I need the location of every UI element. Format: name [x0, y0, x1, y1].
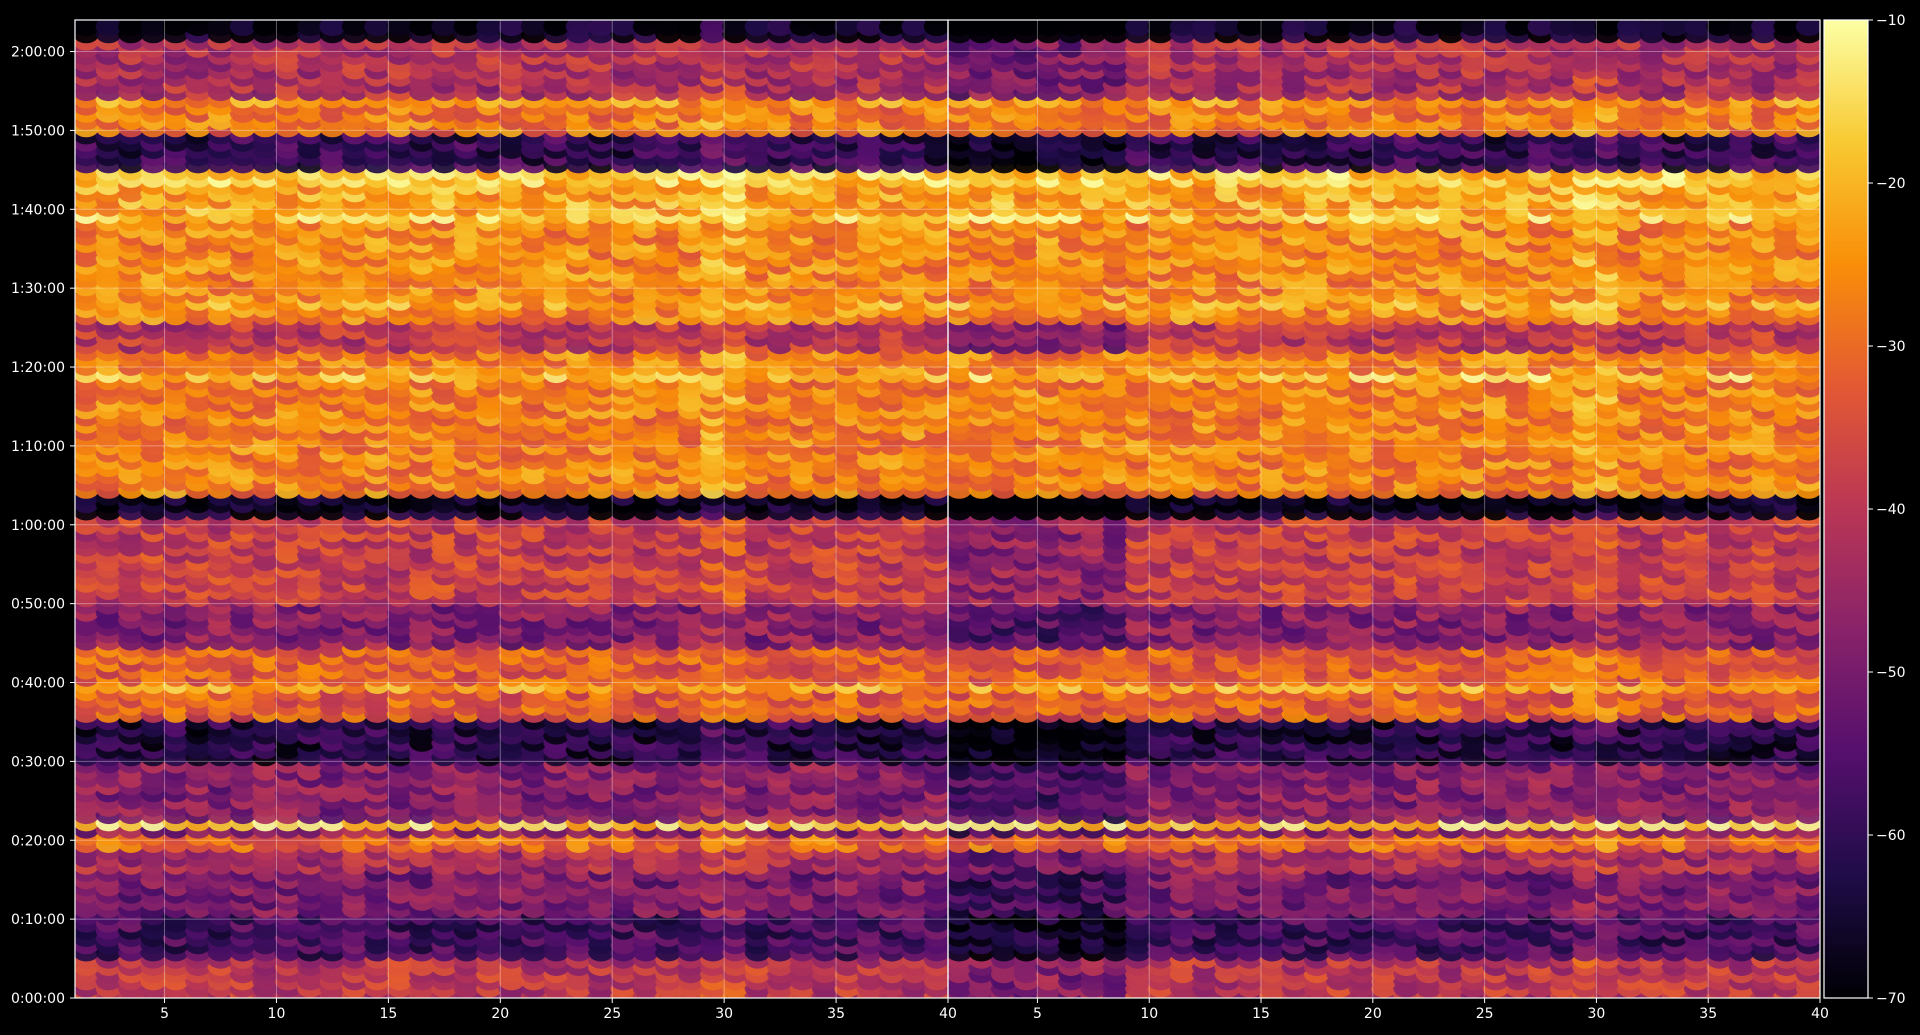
heatmap-panel-left [75, 20, 948, 998]
heatmap-chart: 0:00:000:10:000:20:000:30:000:40:000:50:… [11, 13, 1906, 1022]
